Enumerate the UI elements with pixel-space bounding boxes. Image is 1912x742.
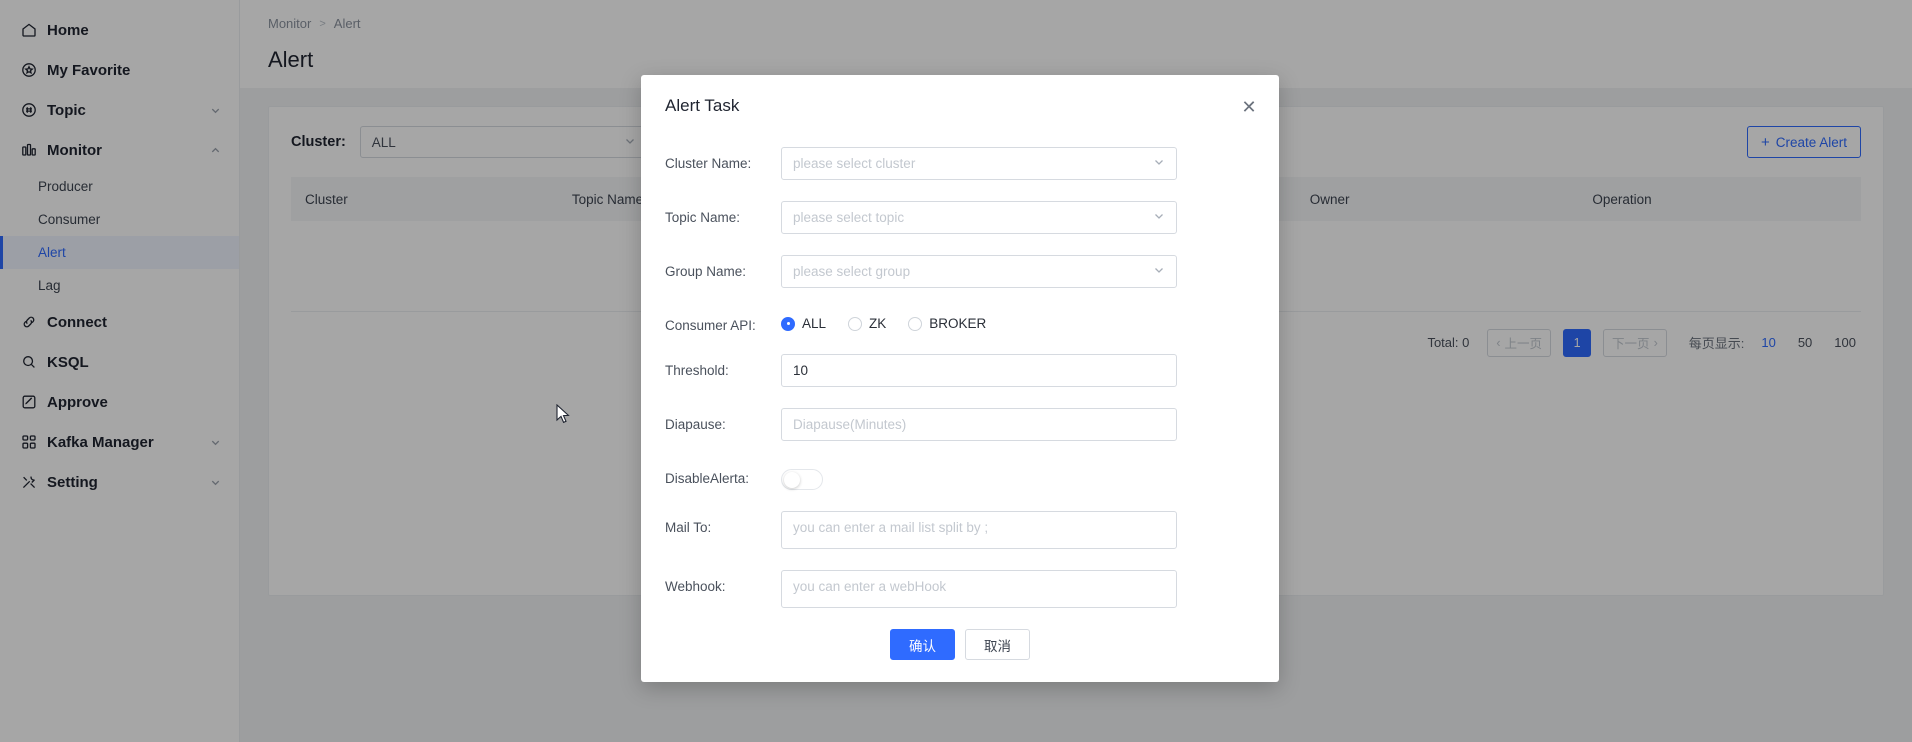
- webhook-textarea[interactable]: you can enter a webHook: [781, 570, 1177, 608]
- threshold-input[interactable]: 10: [781, 354, 1177, 387]
- mail-to-placeholder: you can enter a mail list split by ;: [793, 520, 989, 535]
- consumer-api-radio-group: ALL ZK BROKER: [781, 309, 1255, 331]
- radio-selected-icon: [781, 316, 795, 331]
- field-consumer-api: Consumer API: ALL ZK BROKER: [665, 309, 1255, 333]
- cluster-name-select[interactable]: please select cluster: [781, 147, 1177, 180]
- radio-option-all[interactable]: ALL: [781, 316, 826, 331]
- mail-to-label: Mail To:: [665, 520, 712, 535]
- close-icon[interactable]: ✕: [1239, 97, 1259, 117]
- radio-option-broker[interactable]: BROKER: [908, 316, 986, 331]
- threshold-value: 10: [793, 363, 809, 378]
- disable-alerts-label: DisableAlerta:: [665, 471, 750, 486]
- diapause-placeholder: Diapause(Minutes): [793, 417, 907, 432]
- dialog-title: Alert Task: [665, 96, 740, 115]
- cancel-button[interactable]: 取消: [965, 629, 1030, 660]
- field-threshold: Threshold: 10: [665, 354, 1255, 387]
- toggle-knob: [784, 471, 800, 488]
- radio-label: BROKER: [929, 316, 987, 331]
- group-name-label: Group Name:: [665, 264, 747, 279]
- dialog-body: Cluster Name: please select cluster Topi…: [641, 137, 1279, 660]
- radio-option-zk[interactable]: ZK: [848, 316, 886, 331]
- dialog-header: Alert Task ✕: [641, 75, 1279, 137]
- webhook-placeholder: you can enter a webHook: [793, 579, 947, 594]
- topic-name-placeholder: please select topic: [793, 210, 905, 225]
- confirm-button[interactable]: 确认: [890, 629, 955, 660]
- mail-to-textarea[interactable]: you can enter a mail list split by ;: [781, 511, 1177, 549]
- radio-unselected-icon: [848, 316, 863, 331]
- app-root: Home My Favorite Topic Monitor Producer …: [0, 0, 1912, 742]
- dialog-footer: 确认 取消: [665, 629, 1255, 660]
- diapause-input[interactable]: Diapause(Minutes): [781, 408, 1177, 441]
- group-name-select[interactable]: please select group: [781, 255, 1177, 288]
- alert-task-dialog: Alert Task ✕ Cluster Name: please select…: [641, 75, 1279, 682]
- consumer-api-label: Consumer API:: [665, 318, 756, 333]
- radio-label: ZK: [869, 316, 887, 331]
- field-disable-alerts: DisableAlerta:: [665, 462, 1255, 490]
- group-name-placeholder: please select group: [793, 264, 911, 279]
- chevron-down-icon: [1153, 264, 1165, 279]
- cluster-name-label: Cluster Name:: [665, 156, 752, 171]
- diapause-label: Diapause:: [665, 417, 726, 432]
- chevron-down-icon: [1153, 210, 1165, 225]
- field-topic-name: Topic Name: please select topic: [665, 201, 1255, 234]
- topic-name-label: Topic Name:: [665, 210, 741, 225]
- field-mail-to: Mail To: you can enter a mail list split…: [665, 511, 1255, 549]
- chevron-down-icon: [1153, 156, 1165, 171]
- field-cluster-name: Cluster Name: please select cluster: [665, 147, 1255, 180]
- radio-unselected-icon: [908, 316, 923, 331]
- field-group-name: Group Name: please select group: [665, 255, 1255, 288]
- webhook-label: Webhook:: [665, 579, 726, 594]
- topic-name-select[interactable]: please select topic: [781, 201, 1177, 234]
- radio-label: ALL: [802, 316, 827, 331]
- cluster-name-placeholder: please select cluster: [793, 156, 916, 171]
- threshold-label: Threshold:: [665, 363, 729, 378]
- field-diapause: Diapause: Diapause(Minutes): [665, 408, 1255, 441]
- field-webhook: Webhook: you can enter a webHook: [665, 570, 1255, 608]
- disable-alerts-toggle[interactable]: [781, 469, 823, 490]
